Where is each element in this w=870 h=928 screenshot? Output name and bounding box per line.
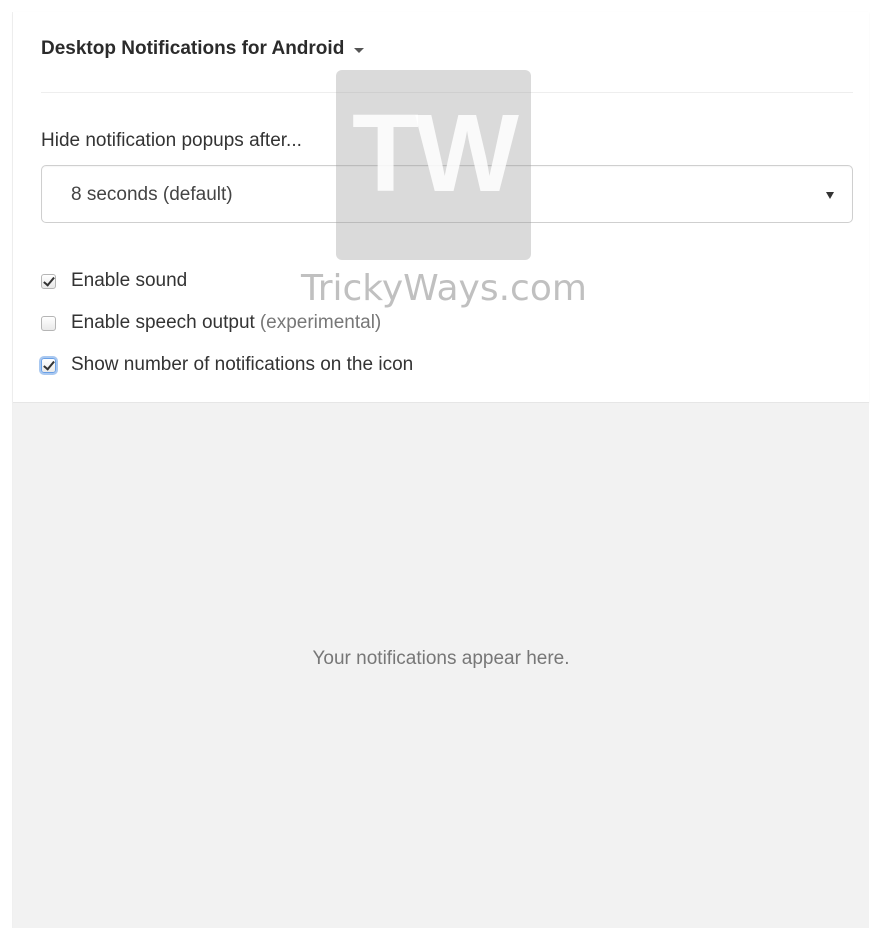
enable-sound-label: Enable sound <box>71 270 188 291</box>
extension-popup: Desktop Notifications for Android Hide n… <box>12 12 869 928</box>
show-count-option[interactable]: Show number of notifications on the icon <box>41 354 413 376</box>
show-count-checkbox[interactable] <box>41 357 56 373</box>
app-title-dropdown[interactable]: Desktop Notifications for Android <box>41 38 365 60</box>
app-title: Desktop Notifications for Android <box>41 38 345 59</box>
enable-sound-option[interactable]: Enable sound <box>41 270 187 292</box>
divider <box>41 92 853 93</box>
caret-down-icon <box>354 47 365 53</box>
popup-timeout-select[interactable]: 8 seconds (default) <box>41 165 853 223</box>
enable-speech-option[interactable]: Enable speech output (experimental) <box>41 312 381 334</box>
popup-timeout-value: 8 seconds (default) <box>71 184 233 205</box>
dropdown-arrow-icon <box>826 192 834 199</box>
popup-timeout-label: Hide notification popups after... <box>41 130 302 151</box>
settings-panel: Desktop Notifications for Android Hide n… <box>13 12 869 403</box>
empty-state-message: Your notifications appear here. <box>312 648 570 669</box>
notifications-area: Your notifications appear here. <box>13 403 869 928</box>
enable-speech-label: Enable speech output <box>71 312 255 333</box>
experimental-note: (experimental) <box>259 312 382 333</box>
enable-sound-checkbox[interactable] <box>41 273 56 289</box>
show-count-label: Show number of notifications on the icon <box>71 354 414 375</box>
enable-speech-checkbox[interactable] <box>41 315 56 331</box>
